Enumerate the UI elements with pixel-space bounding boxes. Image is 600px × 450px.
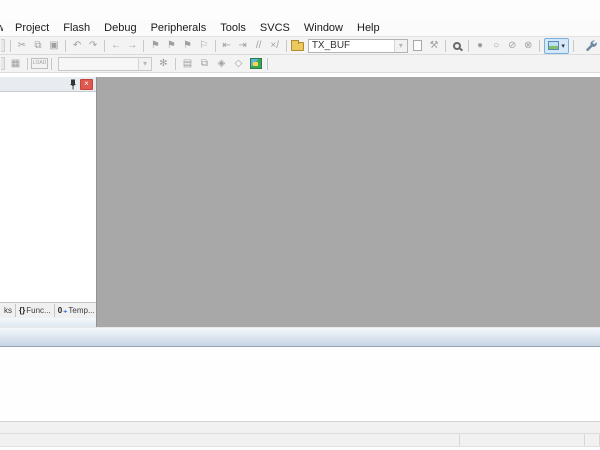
uncomment-icon[interactable]: ×/ <box>267 38 283 53</box>
menu-help[interactable]: Help <box>350 20 387 36</box>
indent-right-icon[interactable]: ⇥ <box>235 38 251 53</box>
cut-icon[interactable]: ✂ <box>14 38 30 53</box>
menu-tools[interactable]: Tools <box>213 20 253 36</box>
window-bottom-edge <box>0 446 600 450</box>
pin-icon[interactable] <box>69 79 77 90</box>
menu-debug[interactable]: Debug <box>97 20 143 36</box>
build-toolbar: ▦ LOAD ▾ ✻ ▤ ⧉ ◈ ◇ <box>0 55 600 73</box>
download-flash-icon[interactable]: LOAD <box>30 56 49 71</box>
redo-icon[interactable]: ↷ <box>85 38 101 53</box>
select-software-packs-icon[interactable]: ◇ <box>230 56 247 71</box>
status-segment-message <box>0 434 460 446</box>
navigate-forward-icon[interactable]: → <box>124 38 140 53</box>
project-tree-area[interactable] <box>0 92 96 302</box>
output-scroll-strip <box>0 421 600 433</box>
tab-functions[interactable]: {} Func... <box>16 304 55 317</box>
target-select-input[interactable] <box>59 57 138 70</box>
project-panel: × ks {} Func... 0 ₊ Temp... <box>0 77 97 327</box>
run-time-environment-icon[interactable]: ◈ <box>213 56 230 71</box>
pack-installer-icon[interactable] <box>247 56 264 71</box>
multi-project-window-icon[interactable]: ⧉ <box>196 56 213 71</box>
braces-icon: {} <box>19 306 26 315</box>
navigate-back-icon[interactable]: ← <box>108 38 124 53</box>
clipped-toolbar-icon <box>1 39 5 52</box>
build-output-caption-bar[interactable] <box>0 327 600 347</box>
options-for-target-icon[interactable]: ✻ <box>155 56 172 71</box>
status-bar <box>0 433 600 446</box>
breakpoint-enable-icon[interactable]: ○ <box>488 38 504 53</box>
menu-bar: w Project Flash Debug Peripherals Tools … <box>0 20 600 37</box>
breakpoint-disable-all-icon[interactable]: ⊘ <box>504 38 520 53</box>
clipped-toolbar-icon <box>1 57 5 70</box>
clipped-menu-item[interactable]: w <box>0 22 3 34</box>
bookmark-previous-icon[interactable]: ⚑ <box>163 38 179 53</box>
project-panel-header: × <box>0 77 96 92</box>
panel-bottom-filler <box>0 318 96 327</box>
tab-templates[interactable]: 0 ₊ Temp... <box>55 304 98 317</box>
menu-peripherals[interactable]: Peripherals <box>144 20 214 36</box>
picture-icon <box>548 41 560 50</box>
copy-icon[interactable]: ⧉ <box>30 38 46 53</box>
paste-icon[interactable]: ▣ <box>46 38 62 53</box>
chevron-down-icon[interactable]: ▾ <box>393 39 407 52</box>
find-tools-icon[interactable]: ⚒ <box>426 38 442 53</box>
tab-books[interactable]: ks <box>1 304 16 317</box>
batch-build-icon[interactable]: ▦ <box>7 56 24 71</box>
bookmark-toggle-icon[interactable]: ⚑ <box>147 38 163 53</box>
breakpoint-toggle-icon[interactable]: ● <box>472 38 488 53</box>
menu-project[interactable]: Project <box>8 20 56 36</box>
chevron-down-icon[interactable]: ▾ <box>138 57 151 70</box>
find-input[interactable] <box>308 39 394 52</box>
plus-icon: ₊ <box>63 306 68 315</box>
manage-project-items-icon[interactable]: ▤ <box>179 56 196 71</box>
folder-icon <box>291 40 305 51</box>
project-panel-tabs: ks {} Func... 0 ₊ Temp... <box>0 302 96 318</box>
chevron-down-icon: ▾ <box>561 42 565 50</box>
comment-icon[interactable]: // <box>251 38 267 53</box>
breakpoint-kill-all-icon[interactable]: ⊗ <box>520 38 536 53</box>
content-area: × ks {} Func... 0 ₊ Temp... <box>0 77 600 327</box>
mdi-workspace <box>97 77 600 327</box>
find-document-icon[interactable] <box>410 38 426 53</box>
bookmark-clear-all-icon[interactable]: ⚐ <box>195 38 211 53</box>
app-window: w Project Flash Debug Peripherals Tools … <box>0 0 600 450</box>
find-combobox[interactable]: ▾ <box>307 38 408 53</box>
find-in-files-icon[interactable] <box>290 38 306 53</box>
title-bar <box>0 0 600 20</box>
menu-flash[interactable]: Flash <box>56 20 97 36</box>
window-layout-dropdown-button[interactable]: ▾ <box>544 37 569 54</box>
configure-wrench-icon[interactable] <box>583 38 599 53</box>
load-label: LOAD <box>30 58 49 69</box>
status-segment-position <box>460 434 585 446</box>
target-select-combobox[interactable]: ▾ <box>58 56 152 71</box>
menu-svcs[interactable]: SVCS <box>253 20 297 36</box>
indent-left-icon[interactable]: ⇤ <box>219 38 235 53</box>
package-icon <box>249 58 262 69</box>
incremental-find-icon[interactable] <box>449 38 465 53</box>
menu-window[interactable]: Window <box>297 20 350 36</box>
magnifier-icon <box>452 41 461 50</box>
wrench-icon <box>586 40 598 52</box>
build-output-area[interactable] <box>0 347 600 421</box>
bookmark-next-icon[interactable]: ⚑ <box>179 38 195 53</box>
main-toolbar: ✂ ⧉ ▣ ↶ ↷ ← → ⚑ ⚑ ⚑ ⚐ ⇤ ⇥ // ×/ ▾ ⚒ ● ○ … <box>0 37 600 55</box>
undo-icon[interactable]: ↶ <box>69 38 85 53</box>
close-panel-button[interactable]: × <box>80 78 93 90</box>
status-segment-locks <box>585 434 600 446</box>
zero-icon: 0 <box>57 306 63 315</box>
